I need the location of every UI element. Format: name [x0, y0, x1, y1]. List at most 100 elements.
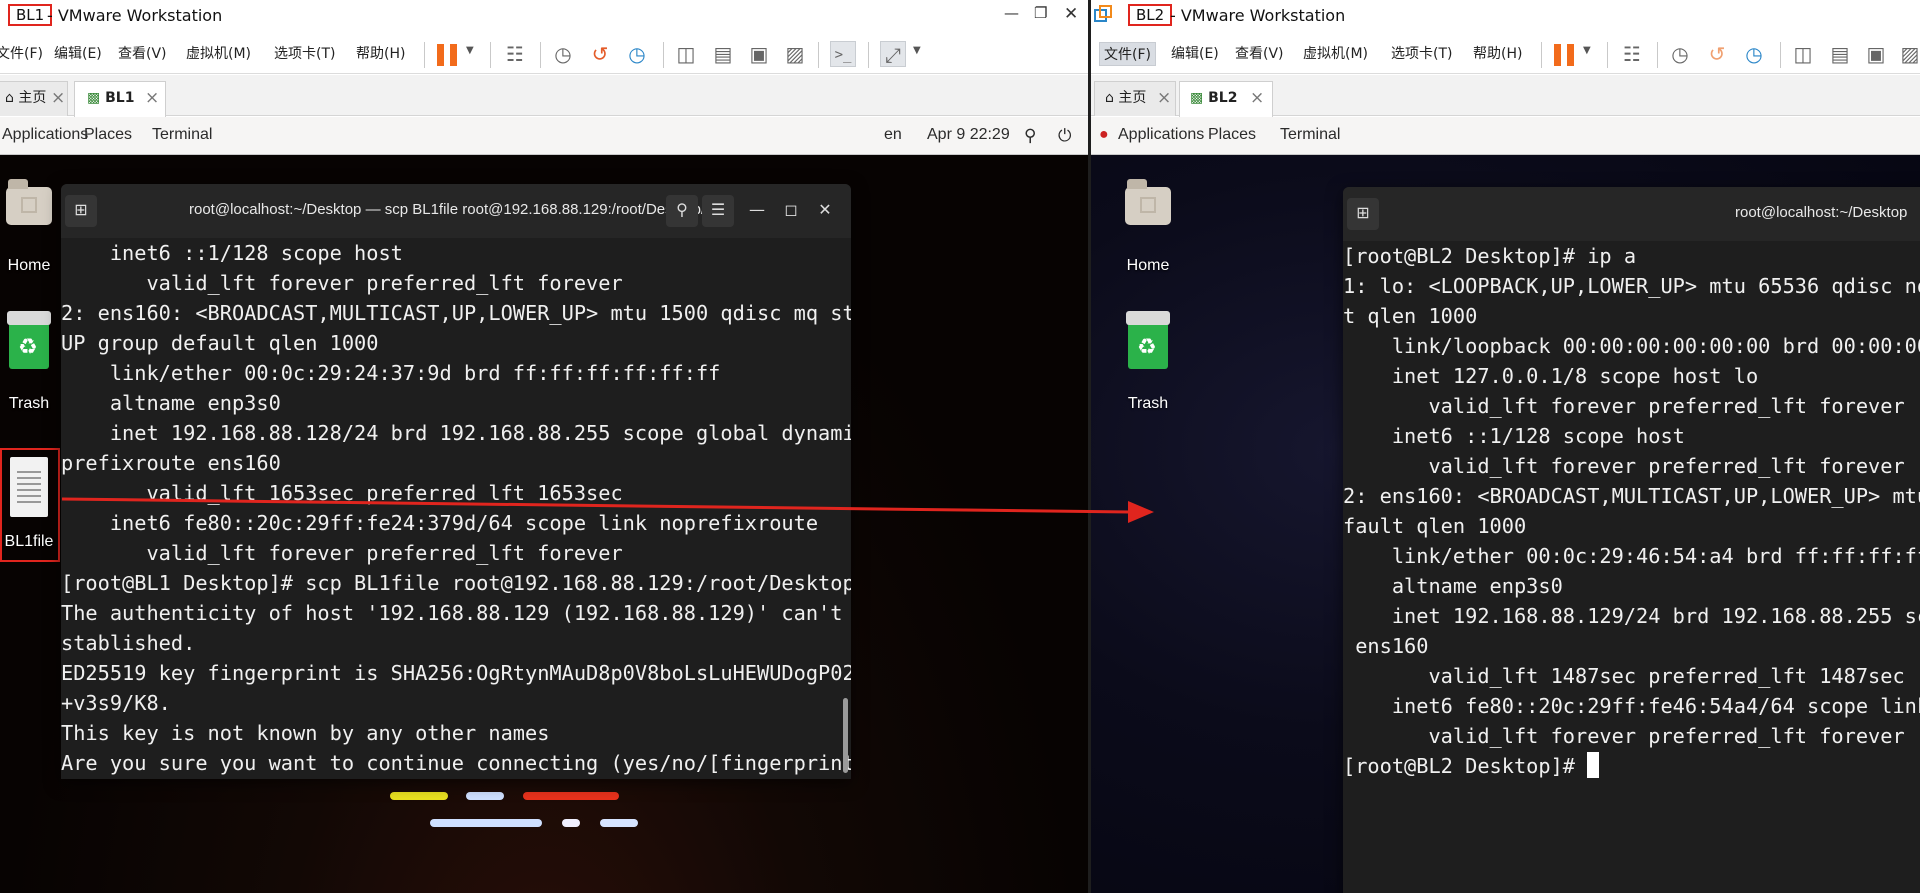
minimize-icon[interactable]: —: [1004, 4, 1019, 22]
window-title: - VMware Workstation: [1170, 6, 1346, 25]
desktop-icon-home[interactable]: Home: [1113, 169, 1183, 279]
terminal-window-bl2[interactable]: ⊞ root@localhost:~/Desktop [root@BL2 Des…: [1343, 187, 1920, 893]
terminal-output[interactable]: [root@BL2 Desktop]# ip a 1: lo: <LOOPBACK…: [1343, 241, 1920, 893]
tab-label: 主页: [1118, 90, 1147, 106]
fullscreen-icon[interactable]: ▣: [1863, 41, 1889, 67]
tab-bar: ⌂ 主页 × ▩ BL2 ×: [1091, 75, 1920, 117]
menu-help[interactable]: 帮助(H): [352, 42, 409, 66]
menu-edit[interactable]: 编辑(E): [1167, 42, 1223, 66]
terminal-menu[interactable]: Terminal: [1280, 126, 1340, 144]
send-keys-icon[interactable]: ☷: [1619, 41, 1645, 67]
menu-view[interactable]: 查看(V): [1231, 42, 1288, 66]
applications-menu[interactable]: Applications: [1118, 126, 1204, 144]
desktop-icon-trash[interactable]: ♻ Trash: [1113, 311, 1183, 425]
menu-tabs[interactable]: 选项卡(T): [1387, 42, 1456, 66]
new-tab-icon[interactable]: ⊞: [1347, 198, 1379, 230]
keyboard-layout[interactable]: en: [884, 126, 902, 144]
menu-tabs[interactable]: 选项卡(T): [270, 42, 339, 66]
close-icon[interactable]: ×: [1250, 82, 1264, 115]
menu-file[interactable]: 文件(F): [1099, 42, 1156, 66]
home-icon: ⌂: [5, 90, 14, 106]
thumbnail-bar-icon[interactable]: ▤: [1827, 41, 1853, 67]
terminal-line: valid_lft forever preferred_lft forever: [61, 271, 623, 295]
menu-view[interactable]: 查看(V): [114, 42, 171, 66]
tab-bl1[interactable]: ▩ BL1 ×: [74, 81, 166, 117]
clock[interactable]: Apr 9 22:29: [927, 126, 1010, 144]
trash-icon: ♻: [7, 311, 51, 369]
restore-icon[interactable]: ❐: [1034, 4, 1047, 22]
vm-icon: ▩: [1190, 90, 1204, 106]
desktop-icon-trash[interactable]: ♻ Trash: [0, 311, 64, 425]
icon-label: Trash: [8, 395, 50, 412]
tab-home[interactable]: ⌂ 主页 ×: [0, 81, 68, 116]
home-icon: ⌂: [1105, 90, 1114, 106]
vmware-window-bl1: BL1 - VMware Workstation — ❐ ✕ 文件(F) 编辑(…: [0, 0, 1088, 893]
maximize-icon[interactable]: ◻: [775, 195, 807, 227]
chevron-down-icon[interactable]: ▼: [913, 45, 921, 56]
menu-vm[interactable]: 虚拟机(M): [182, 42, 255, 66]
desktop-icon-home[interactable]: Home: [0, 169, 64, 279]
terminal-line: ens160: [1343, 634, 1429, 658]
folder-icon: [6, 179, 52, 225]
redhat-icon: ●: [1099, 126, 1109, 143]
new-tab-icon[interactable]: ⊞: [65, 195, 97, 227]
places-menu[interactable]: Places: [84, 126, 132, 144]
close-icon[interactable]: ×: [51, 82, 65, 115]
minimize-icon[interactable]: —: [741, 195, 773, 227]
title-bar: BL1 - VMware Workstation — ❐ ✕: [0, 0, 1088, 30]
snapshot-icon[interactable]: ◷: [550, 41, 576, 67]
pause-icon[interactable]: [1554, 44, 1575, 66]
vm-icon: ▩: [87, 90, 101, 106]
revert-snapshot-icon[interactable]: ↺: [587, 41, 613, 67]
menu-vm[interactable]: 虚拟机(M): [1299, 42, 1372, 66]
chevron-down-icon[interactable]: ▼: [466, 45, 474, 56]
close-icon[interactable]: ×: [1157, 82, 1171, 115]
applications-menu[interactable]: Applications: [2, 126, 88, 144]
terminal-header: ⊞ root@localhost:~/Desktop — scp BL1file…: [61, 184, 851, 238]
stretch-icon[interactable]: ⤢: [880, 41, 906, 67]
tab-home[interactable]: ⌂ 主页 ×: [1094, 81, 1176, 116]
tab-label: 主页: [18, 90, 47, 106]
chevron-down-icon[interactable]: ▼: [1583, 45, 1591, 56]
snapshot-manager-icon[interactable]: ◷: [1741, 41, 1767, 67]
network-icon[interactable]: ⚲: [1024, 126, 1036, 146]
terminal-line: t qlen 1000: [1343, 304, 1478, 328]
thumbnail-bar-icon[interactable]: ▤: [710, 41, 736, 67]
terminal-title: root@localhost:~/Desktop — scp BL1file r…: [189, 201, 706, 218]
tab-bl2[interactable]: ▩ BL2 ×: [1179, 81, 1273, 117]
terminal-menu[interactable]: Terminal: [152, 126, 212, 144]
sidebar-toggle-icon[interactable]: ◫: [673, 41, 699, 67]
terminal-line: inet 192.168.88.129/24 brd 192.168.88.25…: [1343, 604, 1920, 628]
tab-bar: ⌂ 主页 × ▩ BL1 ×: [0, 75, 1088, 117]
snapshot-icon[interactable]: ◷: [1667, 41, 1693, 67]
fullscreen-icon[interactable]: ▣: [746, 41, 772, 67]
terminal-window-bl1[interactable]: ⊞ root@localhost:~/Desktop — scp BL1file…: [61, 184, 851, 779]
power-icon[interactable]: ⏻: [1058, 126, 1071, 146]
close-icon[interactable]: ×: [145, 82, 159, 115]
terminal-line: This key is not known by any other names: [61, 721, 550, 745]
unity-icon[interactable]: ▨: [782, 41, 808, 67]
pause-icon[interactable]: [437, 44, 458, 66]
send-keys-icon[interactable]: ☷: [502, 41, 528, 67]
terminal-output[interactable]: inet6 ::1/128 scope host valid_lft forev…: [61, 238, 851, 779]
sidebar-toggle-icon[interactable]: ◫: [1790, 41, 1816, 67]
menu-file[interactable]: 文件(F): [0, 42, 47, 66]
snapshot-manager-icon[interactable]: ◷: [624, 41, 650, 67]
menu-help[interactable]: 帮助(H): [1469, 42, 1526, 66]
gnome-top-bar: Applications Places Terminal en Apr 9 22…: [0, 117, 1088, 155]
terminal-line: stablished.: [61, 631, 196, 655]
places-menu[interactable]: Places: [1208, 126, 1256, 144]
vm-name-highlight: BL1: [8, 4, 53, 26]
close-icon[interactable]: ✕: [1064, 4, 1078, 24]
revert-snapshot-icon[interactable]: ↺: [1704, 41, 1730, 67]
menu-edit[interactable]: 编辑(E): [50, 42, 106, 66]
unity-icon[interactable]: ▨: [1897, 41, 1920, 67]
terminal-header: ⊞ root@localhost:~/Desktop: [1343, 187, 1920, 241]
hamburger-icon[interactable]: ☰: [702, 195, 734, 227]
tab-label: BL1: [105, 90, 135, 106]
close-icon[interactable]: ✕: [809, 195, 841, 227]
console-view-icon[interactable]: >_: [830, 41, 856, 67]
search-icon[interactable]: ⚲: [666, 195, 698, 227]
terminal-scrollbar[interactable]: [843, 698, 848, 773]
icon-label: Trash: [1127, 395, 1169, 412]
